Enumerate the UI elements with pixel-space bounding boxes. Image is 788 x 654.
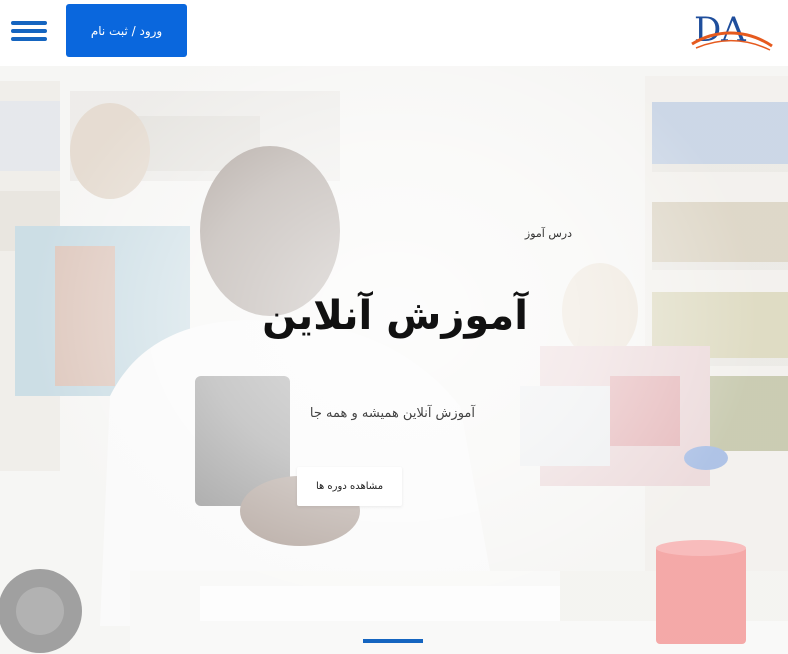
login-register-button[interactable]: ورود / ثبت نام [66, 4, 187, 57]
hero-section: درس آموز آموزش آنلاین آموزش آنلاین همیشه… [0, 66, 788, 654]
menu-icon[interactable] [11, 21, 47, 41]
hero-overlay [0, 66, 788, 654]
logo-text: DA [694, 10, 746, 50]
view-courses-button[interactable]: مشاهده دوره ها [297, 467, 402, 506]
slide-indicator[interactable] [363, 639, 423, 643]
site-header: ورود / ثبت نام DA [0, 0, 788, 66]
site-logo[interactable]: DA [690, 8, 776, 54]
hero-subtitle: آموزش آنلاین همیشه و همه جا [309, 406, 475, 421]
hero-title: آموزش آنلاین [262, 293, 528, 339]
hero-kicker: درس آموز [524, 227, 572, 240]
